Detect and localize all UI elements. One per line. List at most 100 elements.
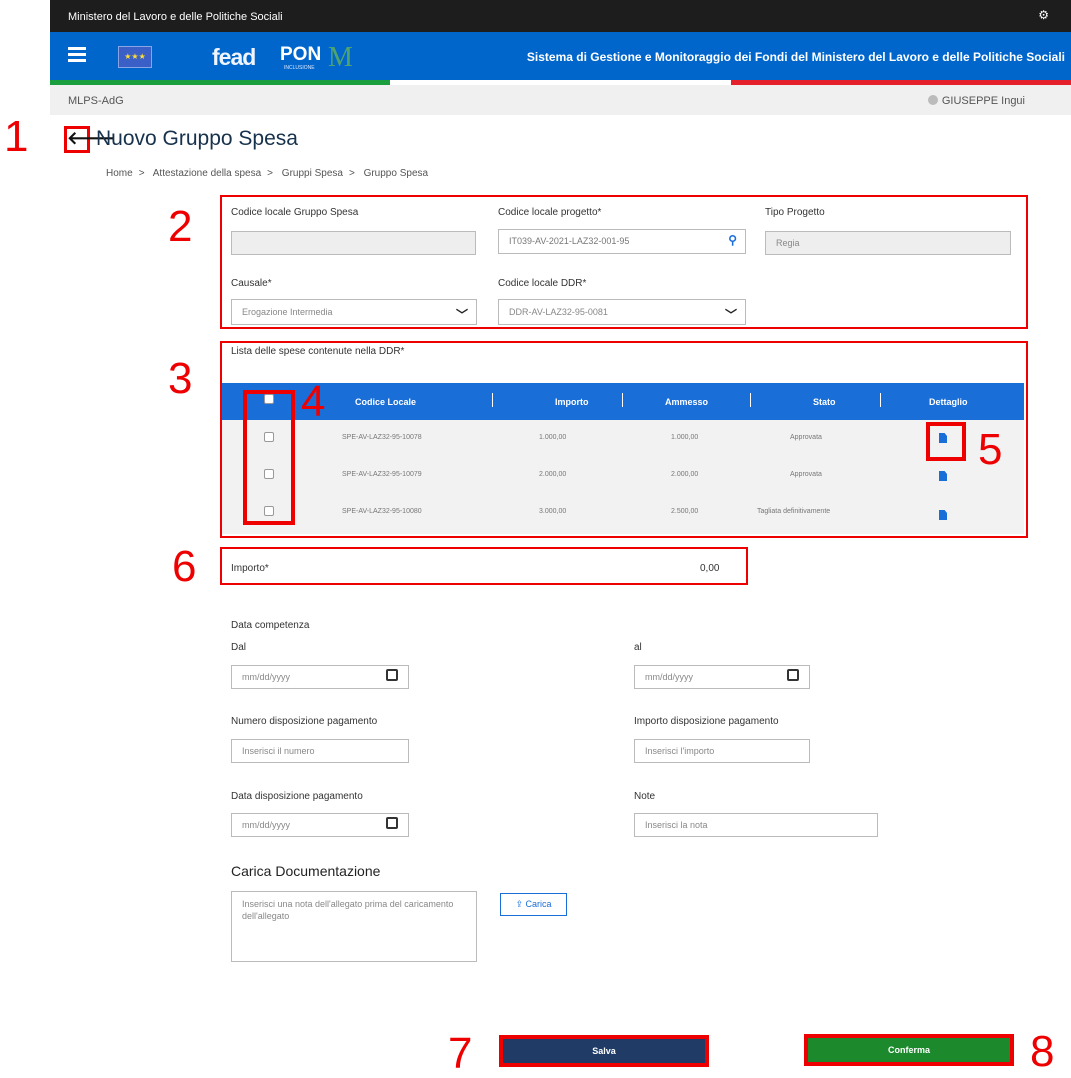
importo-value: 0,00 [700, 563, 720, 574]
menu-icon[interactable] [68, 47, 86, 62]
importo-box [220, 547, 748, 585]
cell-importo: 3.000,00 [539, 508, 567, 515]
user-icon [927, 95, 938, 105]
ministry-logo: M [328, 42, 353, 73]
numero-label: Numero disposizione pagamento [231, 716, 378, 727]
user-menu[interactable]: GIUSEPPE Ingui [927, 95, 1025, 107]
col-sep [880, 393, 881, 407]
ddr-select[interactable]: DDR-AV-LAZ32-95-0081 ﹀ [498, 299, 746, 325]
breadcrumb-sep: > [138, 168, 145, 179]
detail-icon-highlight [926, 422, 966, 461]
tipo-progetto-label: Tipo Progetto [765, 207, 825, 218]
callout-1: 1 [4, 112, 29, 161]
col-importo: Importo [555, 397, 589, 407]
callout-3: 3 [168, 354, 193, 403]
table-header: Codice Locale Importo Ammesso Stato Dett… [222, 383, 1024, 420]
col-dettaglio: Dettaglio [929, 397, 968, 407]
top-bar: Ministero del Lavoro e delle Politiche S… [50, 0, 1071, 32]
breadcrumb-sep: > [348, 168, 355, 179]
al-date-input[interactable]: mm/dd/yyyy [634, 665, 810, 689]
callout-7: 7 [448, 1029, 473, 1078]
competenza-title: Data competenza [231, 620, 310, 631]
ministry-name: Ministero del Lavoro e delle Politiche S… [68, 11, 283, 23]
breadcrumb-home[interactable]: Home [106, 168, 133, 179]
callout-8: 8 [1030, 1027, 1055, 1076]
carica-button[interactable]: ⇪ Carica [500, 893, 567, 916]
salva-button[interactable]: Salva [499, 1035, 709, 1067]
conferma-button[interactable]: Conferma [804, 1034, 1014, 1066]
al-placeholder: mm/dd/yyyy [645, 672, 694, 682]
ddr-value: DDR-AV-LAZ32-95-0081 [509, 307, 608, 317]
importo-pagamento-input[interactable]: Inserisci l'importo [634, 739, 810, 763]
dal-placeholder: mm/dd/yyyy [242, 672, 291, 682]
cell-codice: SPE-AV-LAZ32-95-10079 [342, 471, 422, 478]
codice-progetto-label: Codice locale progetto* [498, 207, 602, 218]
causale-label: Causale* [231, 278, 272, 289]
checkbox-column-highlight [243, 390, 295, 525]
cell-ammesso: 1.000,00 [671, 434, 699, 441]
breadcrumb-sep: > [267, 168, 274, 179]
callout-6: 6 [172, 542, 197, 591]
importo-pagamento-label: Importo disposizione pagamento [634, 716, 779, 727]
calendar-icon[interactable] [386, 669, 398, 681]
codice-gruppo-field [231, 231, 476, 255]
documentazione-title: Carica Documentazione [231, 863, 381, 879]
callout-2: 2 [168, 202, 193, 251]
dal-label: Dal [231, 642, 247, 653]
app-title: Sistema di Gestione e Monitoraggio dei F… [526, 50, 1065, 64]
data-pagamento-input[interactable]: mm/dd/yyyy [231, 813, 409, 837]
table-row: SPE-AV-LAZ32-95-10080 3.000,00 2.500,00 … [222, 494, 1024, 534]
data-pagamento-label: Data disposizione pagamento [231, 791, 363, 802]
cell-codice: SPE-AV-LAZ32-95-10080 [342, 508, 422, 515]
chevron-down-icon: ﹀ [724, 308, 737, 322]
codice-progetto-field[interactable]: IT039-AV-2021-LAZ32-001-95 ⚲ [498, 229, 746, 254]
table-row: SPE-AV-LAZ32-95-10078 1.000,00 1.000,00 … [222, 420, 1024, 457]
ddr-label: Codice locale DDR* [498, 278, 587, 289]
cell-importo: 2.000,00 [539, 471, 567, 478]
search-icon[interactable]: ⚲ [728, 229, 737, 251]
header-bar: ★★★ fead PON INCLUSIONE M Sistema di Ges… [50, 32, 1071, 80]
cell-stato: Approvata [790, 434, 822, 441]
codice-gruppo-label: Codice locale Gruppo Spesa [231, 207, 359, 218]
dal-date-input[interactable]: mm/dd/yyyy [231, 665, 409, 689]
breadcrumb: Home > Attestazione della spesa > Gruppi S… [106, 168, 434, 179]
col-sep [750, 393, 751, 407]
breadcrumb-gruppi[interactable]: Gruppi Spesa [282, 168, 343, 179]
cell-ammesso: 2.500,00 [671, 508, 699, 515]
spese-label: Lista delle spese contenute nella DDR* [231, 346, 405, 357]
cell-stato: Tagliata definitivamente [757, 508, 831, 515]
chevron-down-icon: ﹀ [455, 308, 468, 322]
numero-input[interactable]: Inserisci il numero [231, 739, 409, 763]
note-label: Note [634, 791, 656, 802]
table-row: SPE-AV-LAZ32-95-10079 2.000,00 2.000,00 … [222, 457, 1024, 494]
breadcrumb-attestazione[interactable]: Attestazione della spesa [153, 168, 261, 179]
page-title: Nuovo Gruppo Spesa [96, 127, 298, 150]
causale-value: Erogazione Intermedia [242, 307, 333, 317]
fead-logo: fead [212, 44, 256, 70]
user-name: GIUSEPPE Ingui [941, 95, 1025, 107]
cell-stato: Approvata [790, 471, 822, 478]
col-codice: Codice Locale [355, 397, 417, 407]
gear-icon[interactable]: ⚙ [1038, 8, 1049, 22]
documentazione-note[interactable]: Inserisci una nota dell'allegato prima d… [231, 891, 477, 962]
document-icon[interactable] [939, 510, 947, 520]
causale-select[interactable]: Erogazione Intermedia ﹀ [231, 299, 477, 325]
al-label: al [634, 642, 642, 653]
callout-4: 4 [301, 377, 326, 426]
calendar-icon[interactable] [787, 669, 799, 681]
calendar-icon[interactable] [386, 817, 398, 829]
sub-bar: MLPS-AdG GIUSEPPE Ingui [50, 85, 1071, 115]
col-stato: Stato [813, 397, 836, 407]
back-button[interactable]: 🡐 [64, 126, 115, 153]
col-sep [622, 393, 623, 407]
eu-flag-logo: ★★★ [118, 46, 152, 68]
col-sep [492, 393, 493, 407]
carica-label: Carica [525, 899, 552, 909]
cell-codice: SPE-AV-LAZ32-95-10078 [342, 434, 422, 441]
cell-ammesso: 2.000,00 [671, 471, 699, 478]
note-input[interactable]: Inserisci la nota [634, 813, 878, 837]
tipo-progetto-field: Regia [765, 231, 1011, 255]
document-icon[interactable] [939, 471, 947, 481]
pon-logo-sub: INCLUSIONE [284, 65, 315, 71]
upload-icon: ⇪ [515, 899, 526, 909]
